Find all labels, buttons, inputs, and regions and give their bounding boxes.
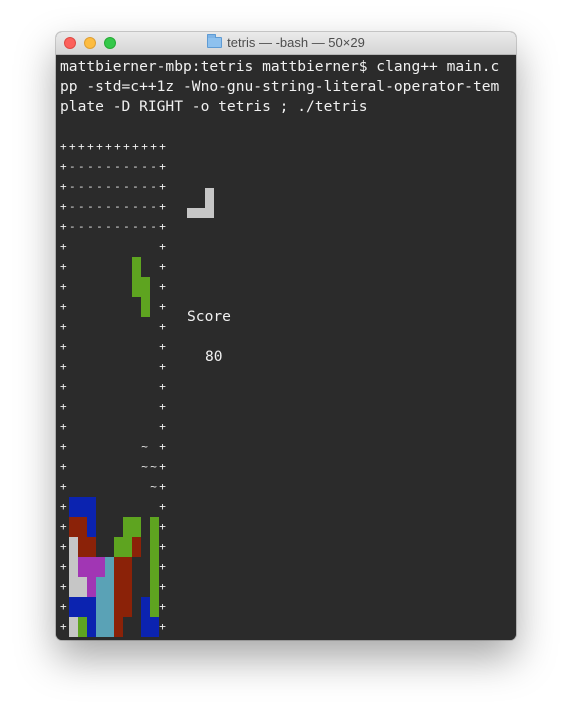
board-block: [114, 537, 123, 557]
board-row: + +: [60, 360, 169, 373]
board-block: [96, 597, 105, 617]
board-block: [69, 617, 78, 637]
board-row: + ~~+: [60, 460, 169, 473]
board-row: +----------+: [60, 200, 169, 213]
board-block: [141, 277, 150, 297]
board-row: + +: [60, 280, 169, 293]
board-block: [69, 597, 78, 617]
board-block: [123, 517, 132, 537]
board-row: + +: [60, 380, 169, 393]
title-bar[interactable]: tetris — -bash — 50×29: [56, 32, 516, 55]
board-block: [141, 617, 150, 637]
board-row: + +: [60, 320, 169, 333]
board-block: [123, 537, 132, 557]
board-block: [132, 537, 141, 557]
command-line: pp -std=c++1z -Wno-gnu-string-literal-op…: [60, 78, 500, 95]
next-piece-block: [196, 208, 205, 218]
board-row: + +: [60, 260, 169, 273]
window-title: tetris — -bash — 50×29: [56, 32, 516, 54]
board-row: + +: [60, 300, 169, 313]
board-block: [150, 617, 159, 637]
board-block: [69, 537, 78, 557]
board-block: [96, 617, 105, 637]
score-label: Score: [187, 308, 231, 325]
board-block: [78, 557, 87, 577]
board-block: [132, 517, 141, 537]
board-block: [123, 577, 132, 597]
board-block: [132, 257, 141, 277]
board-row: + +: [60, 240, 169, 253]
board-block: [141, 597, 150, 617]
board-block: [123, 557, 132, 577]
board-block: [87, 557, 96, 577]
board-row: +----------+: [60, 160, 169, 173]
board-block: [105, 597, 114, 617]
board-row: + ~ +: [60, 440, 169, 453]
board-row: +----------+: [60, 180, 169, 193]
board-row: + ~+: [60, 480, 169, 493]
board-block: [105, 557, 114, 577]
board-row: +----------+: [60, 220, 169, 233]
board-block: [105, 577, 114, 597]
board-block: [114, 577, 123, 597]
board-block: [141, 297, 150, 317]
board-block: [150, 537, 159, 557]
board-block: [132, 277, 141, 297]
command-line: plate -D RIGHT -o tetris ; ./tetris: [60, 98, 368, 115]
next-piece-block: [205, 188, 214, 198]
window-title-text: tetris — -bash — 50×29: [227, 35, 365, 50]
score-value: 80: [205, 348, 223, 365]
next-piece-block: [205, 208, 214, 218]
board-block: [87, 577, 96, 597]
board-block: [114, 617, 123, 637]
next-piece-block: [205, 198, 214, 208]
board-block: [87, 617, 96, 637]
board-block: [150, 597, 159, 617]
board-block: [105, 617, 114, 637]
board-block: [78, 537, 87, 557]
board-block: [123, 597, 132, 617]
terminal-content[interactable]: mattbierner-mbp:tetris mattbierner$ clan…: [56, 55, 516, 640]
board-block: [87, 517, 96, 537]
board-block: [87, 497, 96, 517]
board-block: [150, 577, 159, 597]
next-piece-block: [187, 208, 196, 218]
board-block: [78, 497, 87, 517]
board-block: [96, 557, 105, 577]
board-block: [78, 577, 87, 597]
board-block: [69, 497, 78, 517]
board-block: [87, 597, 96, 617]
board-block: [114, 597, 123, 617]
board-row: + +: [60, 340, 169, 353]
board-row: ++++++++++++: [60, 140, 169, 153]
folder-icon: [207, 34, 223, 48]
board-block: [69, 557, 78, 577]
board-row: ++++++++++++: [60, 637, 168, 640]
board-block: [96, 577, 105, 597]
board-block: [69, 577, 78, 597]
board-block: [78, 517, 87, 537]
terminal-window: tetris — -bash — 50×29 mattbierner-mbp:t…: [56, 32, 516, 640]
board-block: [78, 617, 87, 637]
board-block: [69, 517, 78, 537]
board-row: + +: [60, 420, 169, 433]
board-block: [78, 597, 87, 617]
board-block: [150, 517, 159, 537]
board-block: [150, 557, 159, 577]
board-block: [114, 557, 123, 577]
command-line: mattbierner-mbp:tetris mattbierner$ clan…: [60, 58, 500, 75]
board-block: [87, 537, 96, 557]
board-row: + +: [60, 400, 169, 413]
